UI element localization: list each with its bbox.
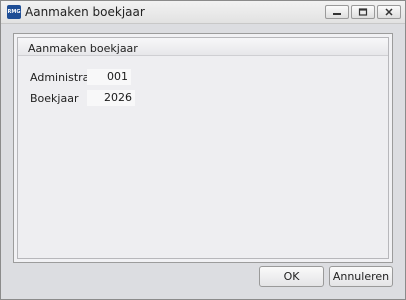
- close-button[interactable]: [377, 5, 401, 19]
- title-bar[interactable]: RMG Aanmaken boekjaar: [1, 1, 405, 24]
- window-title: Aanmaken boekjaar: [25, 5, 145, 19]
- group-title: Aanmaken boekjaar: [28, 42, 138, 55]
- group-header: Aanmaken boekjaar: [18, 38, 388, 56]
- administratie-field[interactable]: 001: [87, 69, 131, 85]
- ok-button[interactable]: OK: [259, 266, 324, 287]
- close-icon: [385, 8, 393, 16]
- maximize-button[interactable]: [351, 5, 375, 19]
- boekjaar-label: Boekjaar: [30, 92, 79, 105]
- boekjaar-field[interactable]: 2026: [87, 90, 135, 106]
- maximize-icon: [358, 8, 368, 16]
- cancel-button[interactable]: Annuleren: [329, 266, 393, 287]
- dialog-window: RMG Aanmaken boekjaar Aanmaken boekjaar …: [0, 0, 406, 300]
- content-frame: Aanmaken boekjaar Administratie 001 Boek…: [13, 33, 393, 263]
- minimize-button[interactable]: [325, 5, 349, 19]
- minimize-icon: [333, 13, 341, 15]
- group-panel: Aanmaken boekjaar Administratie 001 Boek…: [17, 37, 389, 259]
- app-logo-icon: RMG: [7, 5, 21, 19]
